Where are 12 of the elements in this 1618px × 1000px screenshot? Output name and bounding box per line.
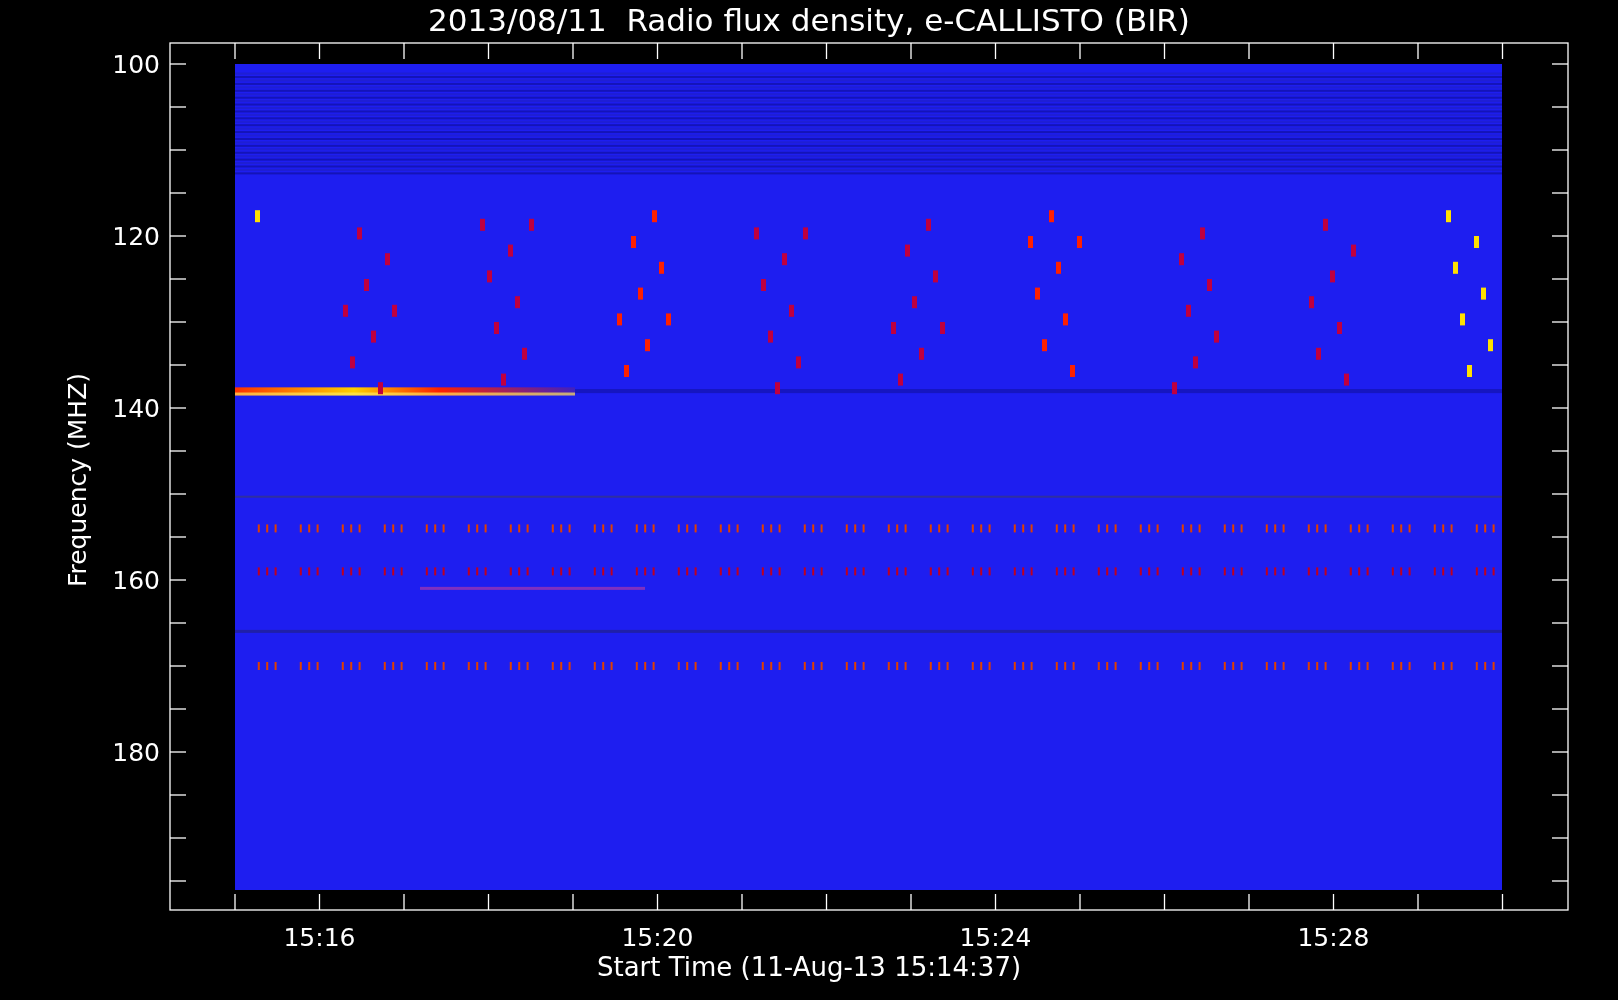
tick-label: 15:24 — [959, 923, 1032, 952]
chart-title: 2013/08/11 Radio flux density, e-CALLISTO (BIR) — [428, 2, 1190, 38]
tick-label: 180 — [112, 738, 160, 767]
axis-label: Start Time (11-Aug-13 15:14:37) — [596, 952, 1022, 982]
tick-label: 15:16 — [283, 923, 356, 952]
tick-label: 15:28 — [1297, 923, 1370, 952]
tick-label: 120 — [112, 222, 160, 251]
tick-label: 100 — [112, 50, 160, 79]
axis-label: Frequency (MHZ) — [63, 372, 92, 588]
tick-label: 15:20 — [621, 923, 694, 952]
tick-label: 160 — [112, 566, 160, 595]
tick-label: 140 — [112, 394, 160, 423]
